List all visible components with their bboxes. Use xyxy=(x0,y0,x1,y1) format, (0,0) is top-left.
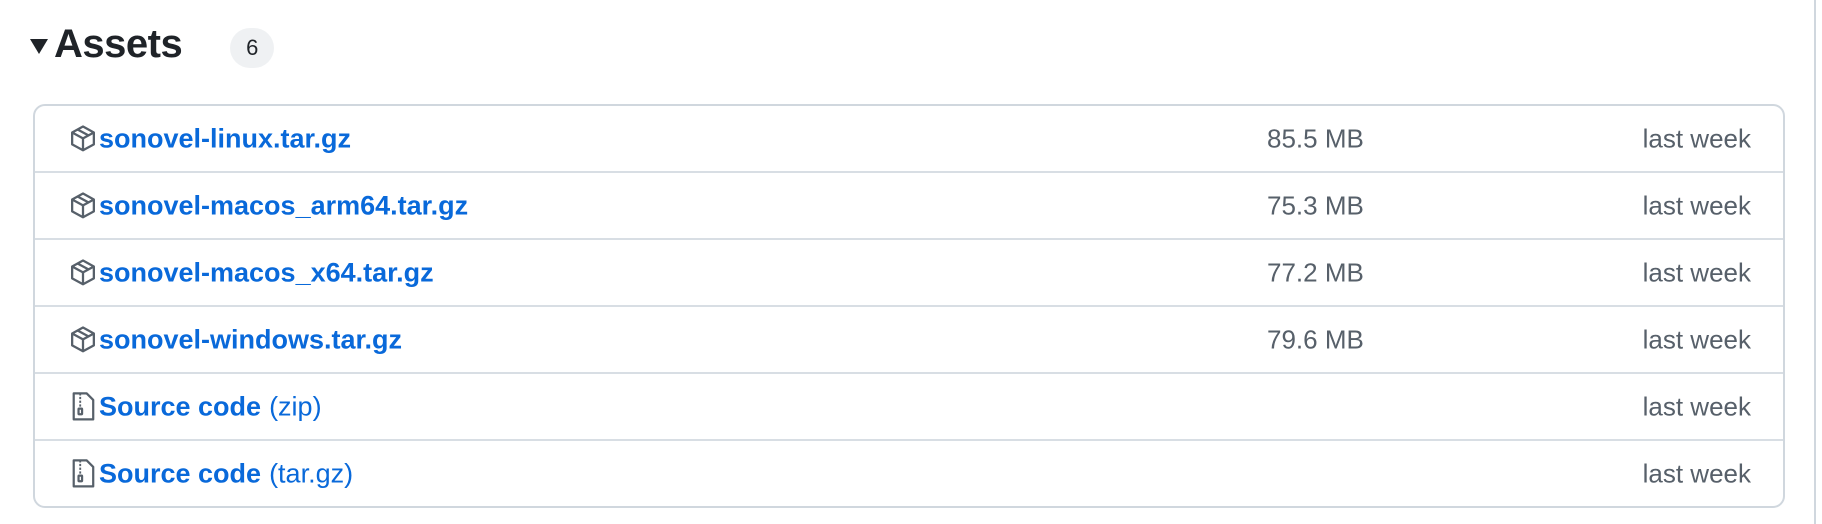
asset-link[interactable]: sonovel-macos_x64.tar.gz xyxy=(99,257,434,288)
assets-title[interactable]: Assets xyxy=(54,22,183,67)
asset-row: Source code (tar.gz) last week xyxy=(35,439,1783,506)
asset-date: last week xyxy=(1642,391,1751,421)
asset-date: last week xyxy=(1642,257,1751,287)
asset-date: last week xyxy=(1642,324,1751,354)
asset-link[interactable]: sonovel-windows.tar.gz xyxy=(99,324,402,355)
file-zip-icon xyxy=(69,391,97,421)
asset-name: sonovel-windows.tar.gz xyxy=(99,324,403,354)
asset-link[interactable]: Source code (zip) xyxy=(99,391,322,422)
asset-size: 85.5 MB xyxy=(1267,123,1364,153)
asset-suffix: (zip) xyxy=(269,391,322,421)
asset-row: Source code (zip) last week xyxy=(35,372,1783,439)
asset-suffix: (tar.gz) xyxy=(269,458,354,488)
assets-header[interactable]: Assets 6 xyxy=(30,16,275,72)
asset-link[interactable]: sonovel-linux.tar.gz xyxy=(99,123,351,154)
package-icon xyxy=(69,190,97,220)
file-zip-icon xyxy=(69,458,97,488)
asset-date: last week xyxy=(1642,458,1751,488)
asset-name: sonovel-macos_x64.tar.gz xyxy=(99,257,434,287)
asset-size: 77.2 MB xyxy=(1267,257,1364,287)
asset-row: sonovel-linux.tar.gz 85.5 MB last week xyxy=(35,106,1783,171)
assets-list: sonovel-linux.tar.gz 85.5 MB last week s… xyxy=(33,104,1785,508)
caret-down-icon[interactable] xyxy=(30,38,48,54)
asset-size: 79.6 MB xyxy=(1267,324,1364,354)
asset-name: Source code xyxy=(99,391,262,421)
asset-row: sonovel-macos_x64.tar.gz 77.2 MB last we… xyxy=(35,238,1783,305)
asset-row: sonovel-macos_arm64.tar.gz 75.3 MB last … xyxy=(35,171,1783,238)
asset-name: sonovel-linux.tar.gz xyxy=(99,123,352,153)
page-edge-divider xyxy=(1814,0,1816,524)
assets-count-badge: 6 xyxy=(230,28,275,68)
package-icon xyxy=(69,123,97,153)
asset-date: last week xyxy=(1642,123,1751,153)
asset-date: last week xyxy=(1642,190,1751,220)
asset-link[interactable]: sonovel-macos_arm64.tar.gz xyxy=(99,190,468,221)
asset-link[interactable]: Source code (tar.gz) xyxy=(99,458,353,489)
asset-name: Source code xyxy=(99,458,262,488)
package-icon xyxy=(69,257,97,287)
package-icon xyxy=(69,324,97,354)
asset-name: sonovel-macos_arm64.tar.gz xyxy=(99,190,469,220)
asset-size: 75.3 MB xyxy=(1267,190,1364,220)
asset-row: sonovel-windows.tar.gz 79.6 MB last week xyxy=(35,305,1783,372)
